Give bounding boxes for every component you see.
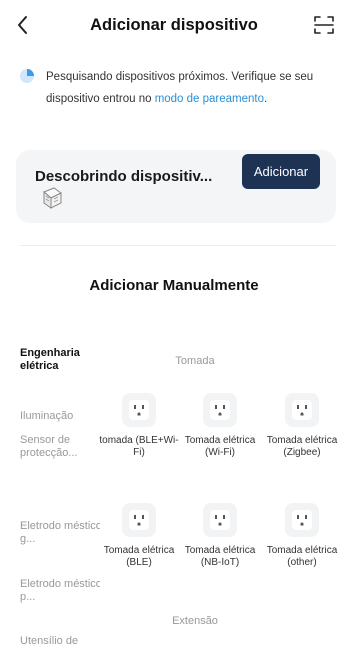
device-label: Tomada elétrica (BLE) xyxy=(103,545,175,568)
outlet-icon xyxy=(292,400,312,420)
sidebar-item-engenharia-eletrica[interactable]: Engenharia elétrica xyxy=(20,347,100,373)
sidebar-item-eletrodomestico-p[interactable]: Eletrodo méstico p... xyxy=(20,578,100,604)
section-label-extensao: Extensão xyxy=(172,615,218,627)
outlet-icon xyxy=(292,510,312,530)
sidebar-item-sensor-proteccao[interactable]: Sensor de protecção... xyxy=(20,434,100,460)
outlet-tile xyxy=(122,393,156,427)
device-item[interactable]: Tomada elétrica (NB-IoT) xyxy=(180,503,260,568)
device-placeholder-icon xyxy=(43,187,62,209)
device-label: Tomada elétrica (Zigbee) xyxy=(266,435,338,458)
sidebar-item-iluminacao[interactable]: Iluminação xyxy=(20,410,100,423)
status-message: Pesquisando dispositivos próximos. Verif… xyxy=(46,66,341,110)
outlet-icon xyxy=(129,510,149,530)
outlet-icon xyxy=(129,400,149,420)
discovery-card: Descobrindo dispositiv... Adicionar xyxy=(16,150,336,223)
outlet-tile xyxy=(203,393,237,427)
sidebar-item-utensilio[interactable]: Utensílio de xyxy=(20,635,100,645)
outlet-tile xyxy=(285,393,319,427)
add-discovered-button[interactable]: Adicionar xyxy=(242,154,320,189)
outlet-tile xyxy=(203,503,237,537)
category-sidebar: Engenharia elétrica Iluminação Sensor de… xyxy=(0,338,100,645)
pairing-mode-link[interactable]: modo de pareamento xyxy=(155,93,264,105)
outlet-tile xyxy=(122,503,156,537)
outlet-icon xyxy=(210,510,230,530)
section-label-tomada: Tomada xyxy=(175,355,215,367)
manual-add-title: Adicionar Manualmente xyxy=(89,277,259,294)
scan-button[interactable] xyxy=(312,13,336,37)
device-label: Tomada elétrica (Wi-Fi) xyxy=(184,435,256,458)
outlet-icon xyxy=(210,400,230,420)
device-label: tomada (BLE+Wi-Fi) xyxy=(99,435,179,458)
device-item[interactable]: Tomada elétrica (Wi-Fi) xyxy=(180,393,260,458)
loading-spinner-icon xyxy=(20,69,34,83)
device-label: Tomada elétrica (NB-IoT) xyxy=(184,545,256,568)
device-item[interactable]: Tomada elétrica (Zigbee) xyxy=(262,393,342,458)
device-item[interactable]: Tomada elétrica (BLE) xyxy=(99,503,179,568)
status-text-after: . xyxy=(264,93,268,105)
divider xyxy=(20,245,336,246)
scan-icon xyxy=(314,16,334,34)
outlet-tile xyxy=(285,503,319,537)
header: Adicionar dispositivo xyxy=(0,0,348,50)
device-label: Tomada elétrica (other) xyxy=(266,545,338,568)
device-item[interactable]: tomada (BLE+Wi-Fi) xyxy=(99,393,179,458)
page-title: Adicionar dispositivo xyxy=(90,16,258,34)
sidebar-item-eletrodomestico-g[interactable]: Eletrodo méstico g... xyxy=(20,520,100,546)
device-item[interactable]: Tomada elétrica (other) xyxy=(262,503,342,568)
